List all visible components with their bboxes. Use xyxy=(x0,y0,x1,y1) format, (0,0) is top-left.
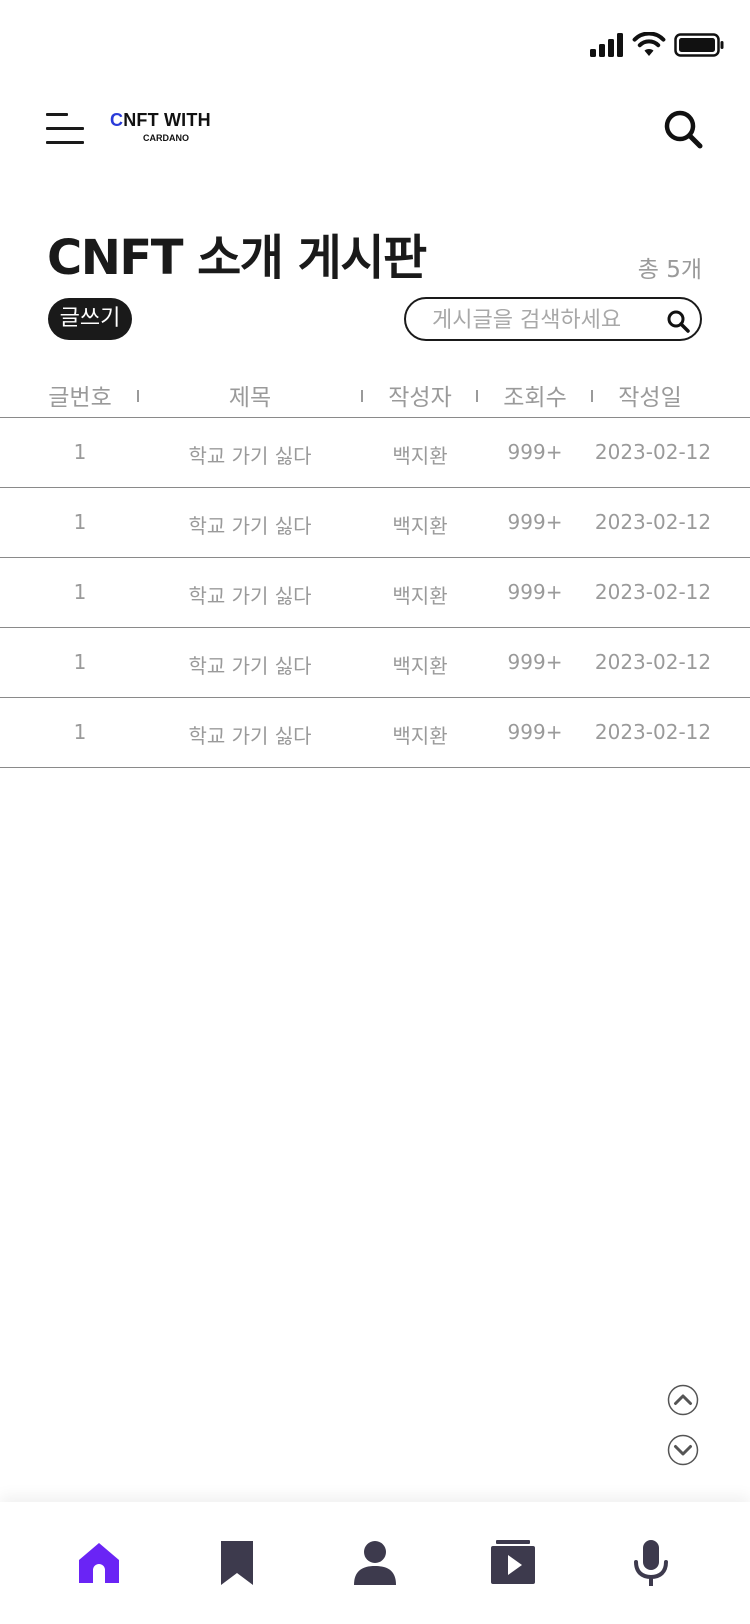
table-row[interactable]: 1 학교 가기 싫다 백지환 999+ 2023-02-12 xyxy=(0,488,750,558)
wifi-icon xyxy=(632,32,666,56)
post-title[interactable]: 학교 가기 싫다 xyxy=(188,440,311,469)
post-date: 2023-02-12 xyxy=(594,510,712,534)
post-title[interactable]: 학교 가기 싫다 xyxy=(188,510,311,539)
menu-line-icon xyxy=(46,113,68,116)
post-author: 백지환 xyxy=(392,444,448,468)
table-row[interactable]: 1 학교 가기 싫다 백지환 999+ 2023-02-12 xyxy=(0,558,750,628)
post-title[interactable]: 학교 가기 싫다 xyxy=(188,720,311,749)
column-divider xyxy=(591,390,593,402)
table-header: 글번호 제목 작성자 조회수 작성일 xyxy=(0,370,750,418)
column-divider xyxy=(476,390,478,402)
post-views: 999+ xyxy=(507,580,563,604)
post-views: 999+ xyxy=(507,510,563,534)
logo-title: CNFT WITH xyxy=(110,110,211,131)
post-number: 1 xyxy=(73,720,87,744)
post-date: 2023-02-12 xyxy=(594,440,712,464)
person-icon[interactable] xyxy=(352,1540,398,1586)
column-header-date[interactable]: 작성일 xyxy=(618,378,681,412)
post-number: 1 xyxy=(73,510,87,534)
status-bar xyxy=(0,0,750,90)
menu-line-icon xyxy=(46,127,84,130)
signal-icon xyxy=(590,33,623,57)
column-divider xyxy=(361,390,363,402)
logo-accent-letter: C xyxy=(110,110,124,130)
page-title: CNFT 소개 게시판 xyxy=(47,230,427,286)
post-number: 1 xyxy=(73,580,87,604)
post-table: 1 학교 가기 싫다 백지환 999+ 2023-02-12 1 학교 가기 싫… xyxy=(0,418,750,768)
post-title[interactable]: 학교 가기 싫다 xyxy=(188,650,311,679)
column-header-views[interactable]: 조회수 xyxy=(503,378,566,412)
post-date: 2023-02-12 xyxy=(594,580,712,604)
post-number: 1 xyxy=(73,440,87,464)
column-header-author[interactable]: 작성자 xyxy=(388,378,451,412)
logo-subtitle: CARDANO xyxy=(143,133,189,143)
logo-title-text: NFT WITH xyxy=(123,110,211,130)
home-icon[interactable] xyxy=(76,1540,122,1586)
menu-line-icon xyxy=(46,141,84,144)
scroll-down-icon[interactable] xyxy=(667,1434,699,1466)
microphone-icon[interactable] xyxy=(628,1540,674,1586)
post-author: 백지환 xyxy=(392,584,448,608)
scroll-up-icon[interactable] xyxy=(667,1384,699,1416)
total-count: 총 5개 xyxy=(637,257,702,283)
column-header-number[interactable]: 글번호 xyxy=(48,378,111,412)
bookmark-icon[interactable] xyxy=(214,1540,260,1586)
post-views: 999+ xyxy=(507,650,563,674)
post-author: 백지환 xyxy=(392,654,448,678)
column-divider xyxy=(137,390,139,402)
post-date: 2023-02-12 xyxy=(594,650,712,674)
battery-icon xyxy=(674,33,724,57)
video-icon[interactable] xyxy=(490,1540,536,1586)
post-date: 2023-02-12 xyxy=(594,720,712,744)
post-search-input[interactable] xyxy=(432,305,652,335)
app-logo[interactable]: CNFT WITH CARDANO xyxy=(110,110,220,146)
post-author: 백지환 xyxy=(392,514,448,538)
post-views: 999+ xyxy=(507,440,563,464)
post-views: 999+ xyxy=(507,720,563,744)
post-search-box xyxy=(404,297,702,341)
search-icon[interactable] xyxy=(662,108,704,150)
post-title[interactable]: 학교 가기 싫다 xyxy=(188,580,311,609)
post-number: 1 xyxy=(73,650,87,674)
bottom-navigation xyxy=(0,1502,750,1624)
column-header-title[interactable]: 제목 xyxy=(229,378,271,412)
table-row[interactable]: 1 학교 가기 싫다 백지환 999+ 2023-02-12 xyxy=(0,628,750,698)
post-author: 백지환 xyxy=(392,724,448,748)
write-button[interactable]: 글쓰기 xyxy=(48,298,132,340)
table-row[interactable]: 1 학교 가기 싫다 백지환 999+ 2023-02-12 xyxy=(0,418,750,488)
table-row[interactable]: 1 학교 가기 싫다 백지환 999+ 2023-02-12 xyxy=(0,698,750,768)
search-submit-icon[interactable] xyxy=(666,309,690,333)
menu-button[interactable] xyxy=(46,110,88,146)
